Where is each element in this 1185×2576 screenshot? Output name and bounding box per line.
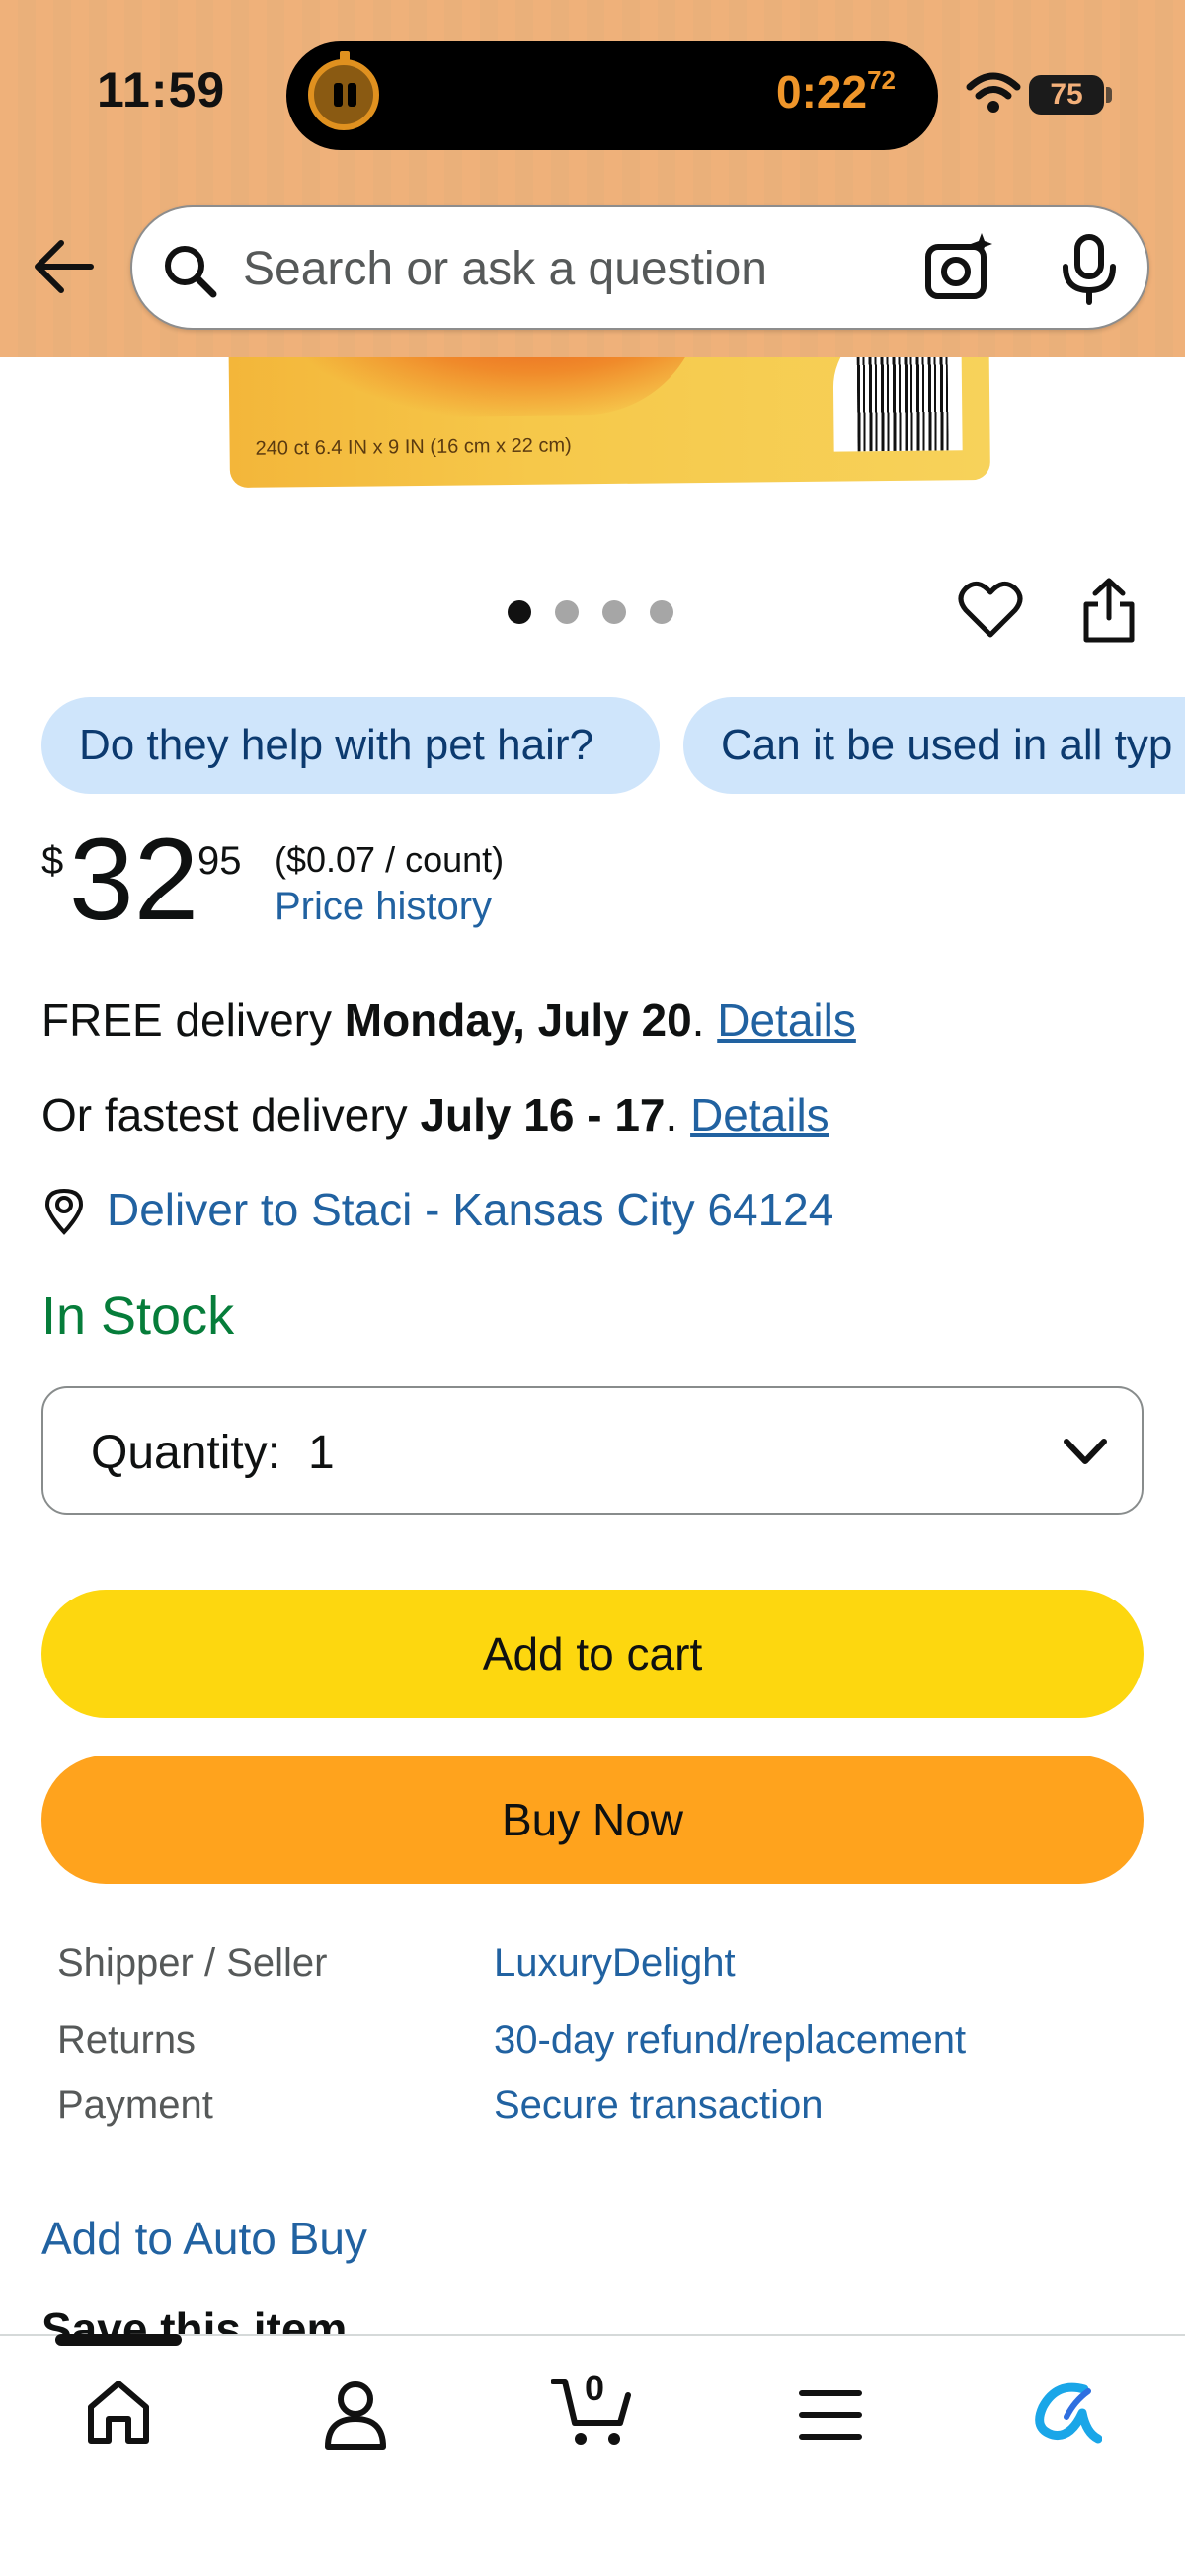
product-page: 240 ct 6.4 IN x 9 IN (16 cm x 22 cm) 11:…: [0, 0, 1185, 2576]
deliver-to-link[interactable]: Deliver to Staci - Kansas City 64124: [107, 1183, 833, 1236]
payment-link[interactable]: Secure transaction: [494, 2083, 824, 2128]
account-icon[interactable]: [320, 2378, 391, 2451]
home-icon[interactable]: [83, 2378, 154, 2447]
carousel-dot-1[interactable]: [508, 600, 531, 624]
microphone-icon[interactable]: [1057, 233, 1122, 306]
battery-tip: [1106, 87, 1112, 103]
quantity-label: Quantity:: [91, 1427, 281, 1479]
seller-link[interactable]: LuxuryDelight: [494, 1941, 736, 1986]
search-input[interactable]: [243, 231, 1013, 306]
carousel-dot-3[interactable]: [602, 600, 626, 624]
carousel-dot-4[interactable]: [650, 600, 673, 624]
battery-indicator: 75: [1029, 75, 1104, 115]
fastest-delivery-details-link[interactable]: Details: [690, 1089, 830, 1140]
quantity-value: 1: [308, 1427, 335, 1479]
wifi-icon: [966, 72, 1021, 113]
payment-label: Payment: [57, 2083, 213, 2127]
menu-icon[interactable]: [798, 2387, 863, 2443]
active-tab-indicator: [55, 2334, 182, 2346]
bottom-navigation: 0: [0, 2334, 1185, 2576]
add-to-auto-buy-link[interactable]: Add to Auto Buy: [41, 2212, 367, 2265]
question-chip-all-types[interactable]: Can it be used in all typ: [683, 697, 1185, 794]
shipper-seller-label: Shipper / Seller: [57, 1941, 328, 1985]
product-image-fine-print: 240 ct 6.4 IN x 9 IN (16 cm x 22 cm): [255, 434, 572, 460]
quantity-select[interactable]: Quantity: 1: [41, 1386, 1144, 1515]
fastest-delivery-line: Or fastest delivery July 16 - 17. Detail…: [41, 1089, 830, 1140]
search-icon: [165, 246, 217, 298]
share-icon[interactable]: [1080, 577, 1138, 644]
status-time: 11:59: [97, 62, 226, 117]
free-delivery-details-link[interactable]: Details: [717, 994, 856, 1046]
price-currency: $: [41, 839, 64, 883]
rufus-assistant-icon[interactable]: [1027, 2378, 1102, 2447]
add-to-cart-button[interactable]: Add to cart: [41, 1590, 1144, 1718]
price-fraction: 95: [198, 839, 242, 883]
stock-status: In Stock: [41, 1287, 235, 1346]
timer-readout: 0:2272: [776, 65, 896, 117]
back-arrow-icon[interactable]: [32, 237, 95, 296]
carousel-dot-2[interactable]: [555, 600, 579, 624]
question-chip-pet-hair[interactable]: Do they help with pet hair?: [41, 697, 660, 794]
heart-icon[interactable]: [958, 579, 1023, 640]
app-header: 11:59 0:2272 75: [0, 0, 1185, 357]
chevron-down-icon: [1064, 1439, 1107, 1464]
location-pin-icon: [44, 1188, 84, 1235]
free-delivery-line: FREE delivery Monday, July 20. Details: [41, 994, 856, 1046]
camera-lens-icon[interactable]: [922, 231, 995, 304]
price-history-link[interactable]: Price history: [275, 885, 492, 929]
cart-count: 0: [585, 2368, 605, 2408]
price-whole: 32: [69, 815, 199, 945]
search-bar[interactable]: [130, 205, 1149, 330]
returns-label: Returns: [57, 2018, 197, 2062]
returns-link[interactable]: 30-day refund/replacement: [494, 2018, 966, 2063]
buy-now-button[interactable]: Buy Now: [41, 1756, 1144, 1884]
stopwatch-pause-icon[interactable]: [308, 51, 379, 130]
unit-price: ($0.07 / count): [275, 839, 505, 880]
